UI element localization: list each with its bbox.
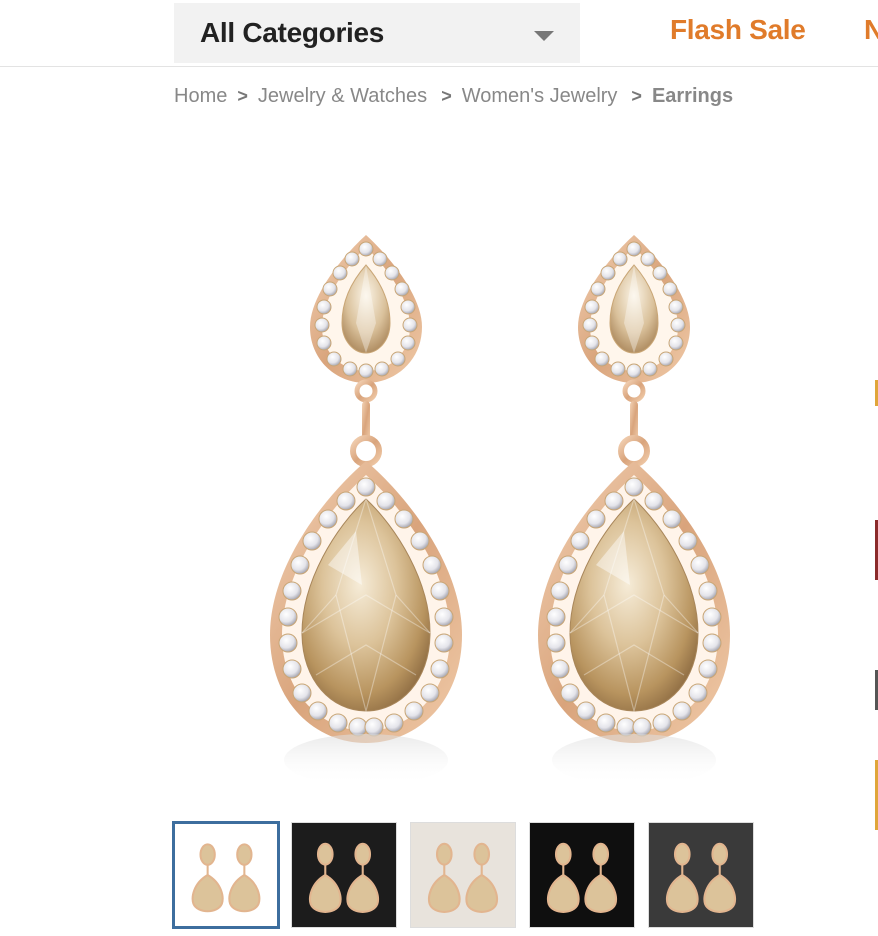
breadcrumb-separator: > bbox=[441, 85, 452, 106]
all-categories-dropdown[interactable]: All Categories bbox=[174, 3, 580, 63]
flash-sale-link[interactable]: Flash Sale bbox=[670, 14, 806, 46]
category-dropdown-label: All Categories bbox=[200, 17, 385, 48]
breadcrumb-separator: > bbox=[631, 85, 642, 106]
breadcrumb-separator: > bbox=[237, 85, 248, 106]
nav-link-truncated[interactable]: N bbox=[864, 14, 878, 46]
earrings-thumbnail-icon bbox=[428, 842, 498, 913]
teardrop-crystal-earrings-image bbox=[174, 130, 754, 786]
thumbnail-5[interactable] bbox=[648, 822, 754, 928]
product-main-image[interactable] bbox=[174, 130, 754, 810]
breadcrumb: Home > Jewelry & Watches > Women's Jewel… bbox=[174, 82, 733, 110]
breadcrumb-earrings-current: Earrings bbox=[651, 84, 734, 107]
top-navigation-bar: All Categories Flash Sale N bbox=[0, 0, 878, 67]
breadcrumb-home[interactable]: Home bbox=[174, 85, 227, 108]
thumbnail-4[interactable] bbox=[529, 822, 635, 928]
thumbnail-3[interactable] bbox=[410, 822, 516, 928]
thumbnail-2[interactable] bbox=[291, 822, 397, 928]
thumbnail-1[interactable] bbox=[172, 821, 280, 929]
earrings-thumbnail-icon bbox=[191, 843, 261, 913]
chevron-down-icon[interactable] bbox=[534, 31, 554, 41]
earrings-thumbnail-icon bbox=[666, 842, 736, 913]
breadcrumb-womens-jewelry[interactable]: Women's Jewelry bbox=[462, 85, 618, 108]
right-panel-edge bbox=[874, 130, 878, 850]
earrings-thumbnail-icon bbox=[309, 842, 379, 913]
earrings-thumbnail-icon bbox=[547, 842, 617, 913]
breadcrumb-jewelry-watches[interactable]: Jewelry & Watches bbox=[258, 85, 427, 108]
